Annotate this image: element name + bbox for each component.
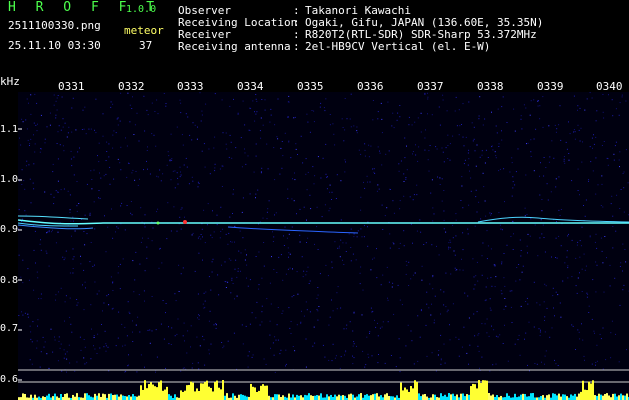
y-tick: 0.9 xyxy=(0,224,19,235)
stat-label: meteor xyxy=(124,24,164,37)
info-sep: : xyxy=(293,40,300,53)
date-time: 25.11.10 03:30 xyxy=(8,39,101,52)
y-axis-unit: kHz xyxy=(0,75,20,88)
y-tick: 1.1 xyxy=(0,124,19,135)
y-axis xyxy=(0,74,18,400)
y-tick: 1.0 xyxy=(0,174,19,185)
info-label-antenna: Receiving antenna xyxy=(178,40,291,53)
header-panel: H R O F F T 1.0.0 2511100330.png meteor … xyxy=(0,0,629,74)
y-tick: 0.6 xyxy=(0,374,19,385)
spectrogram xyxy=(18,92,629,400)
app-version: 1.0.0 xyxy=(126,4,157,15)
stat-value: 37 xyxy=(139,39,153,52)
y-tick: 0.7 xyxy=(0,323,19,334)
info-value-antenna: 2el-HB9CV Vertical (el. E-W) xyxy=(305,40,491,53)
y-tick: 0.8 xyxy=(0,275,19,286)
file-name: 2511100330.png xyxy=(8,19,101,32)
